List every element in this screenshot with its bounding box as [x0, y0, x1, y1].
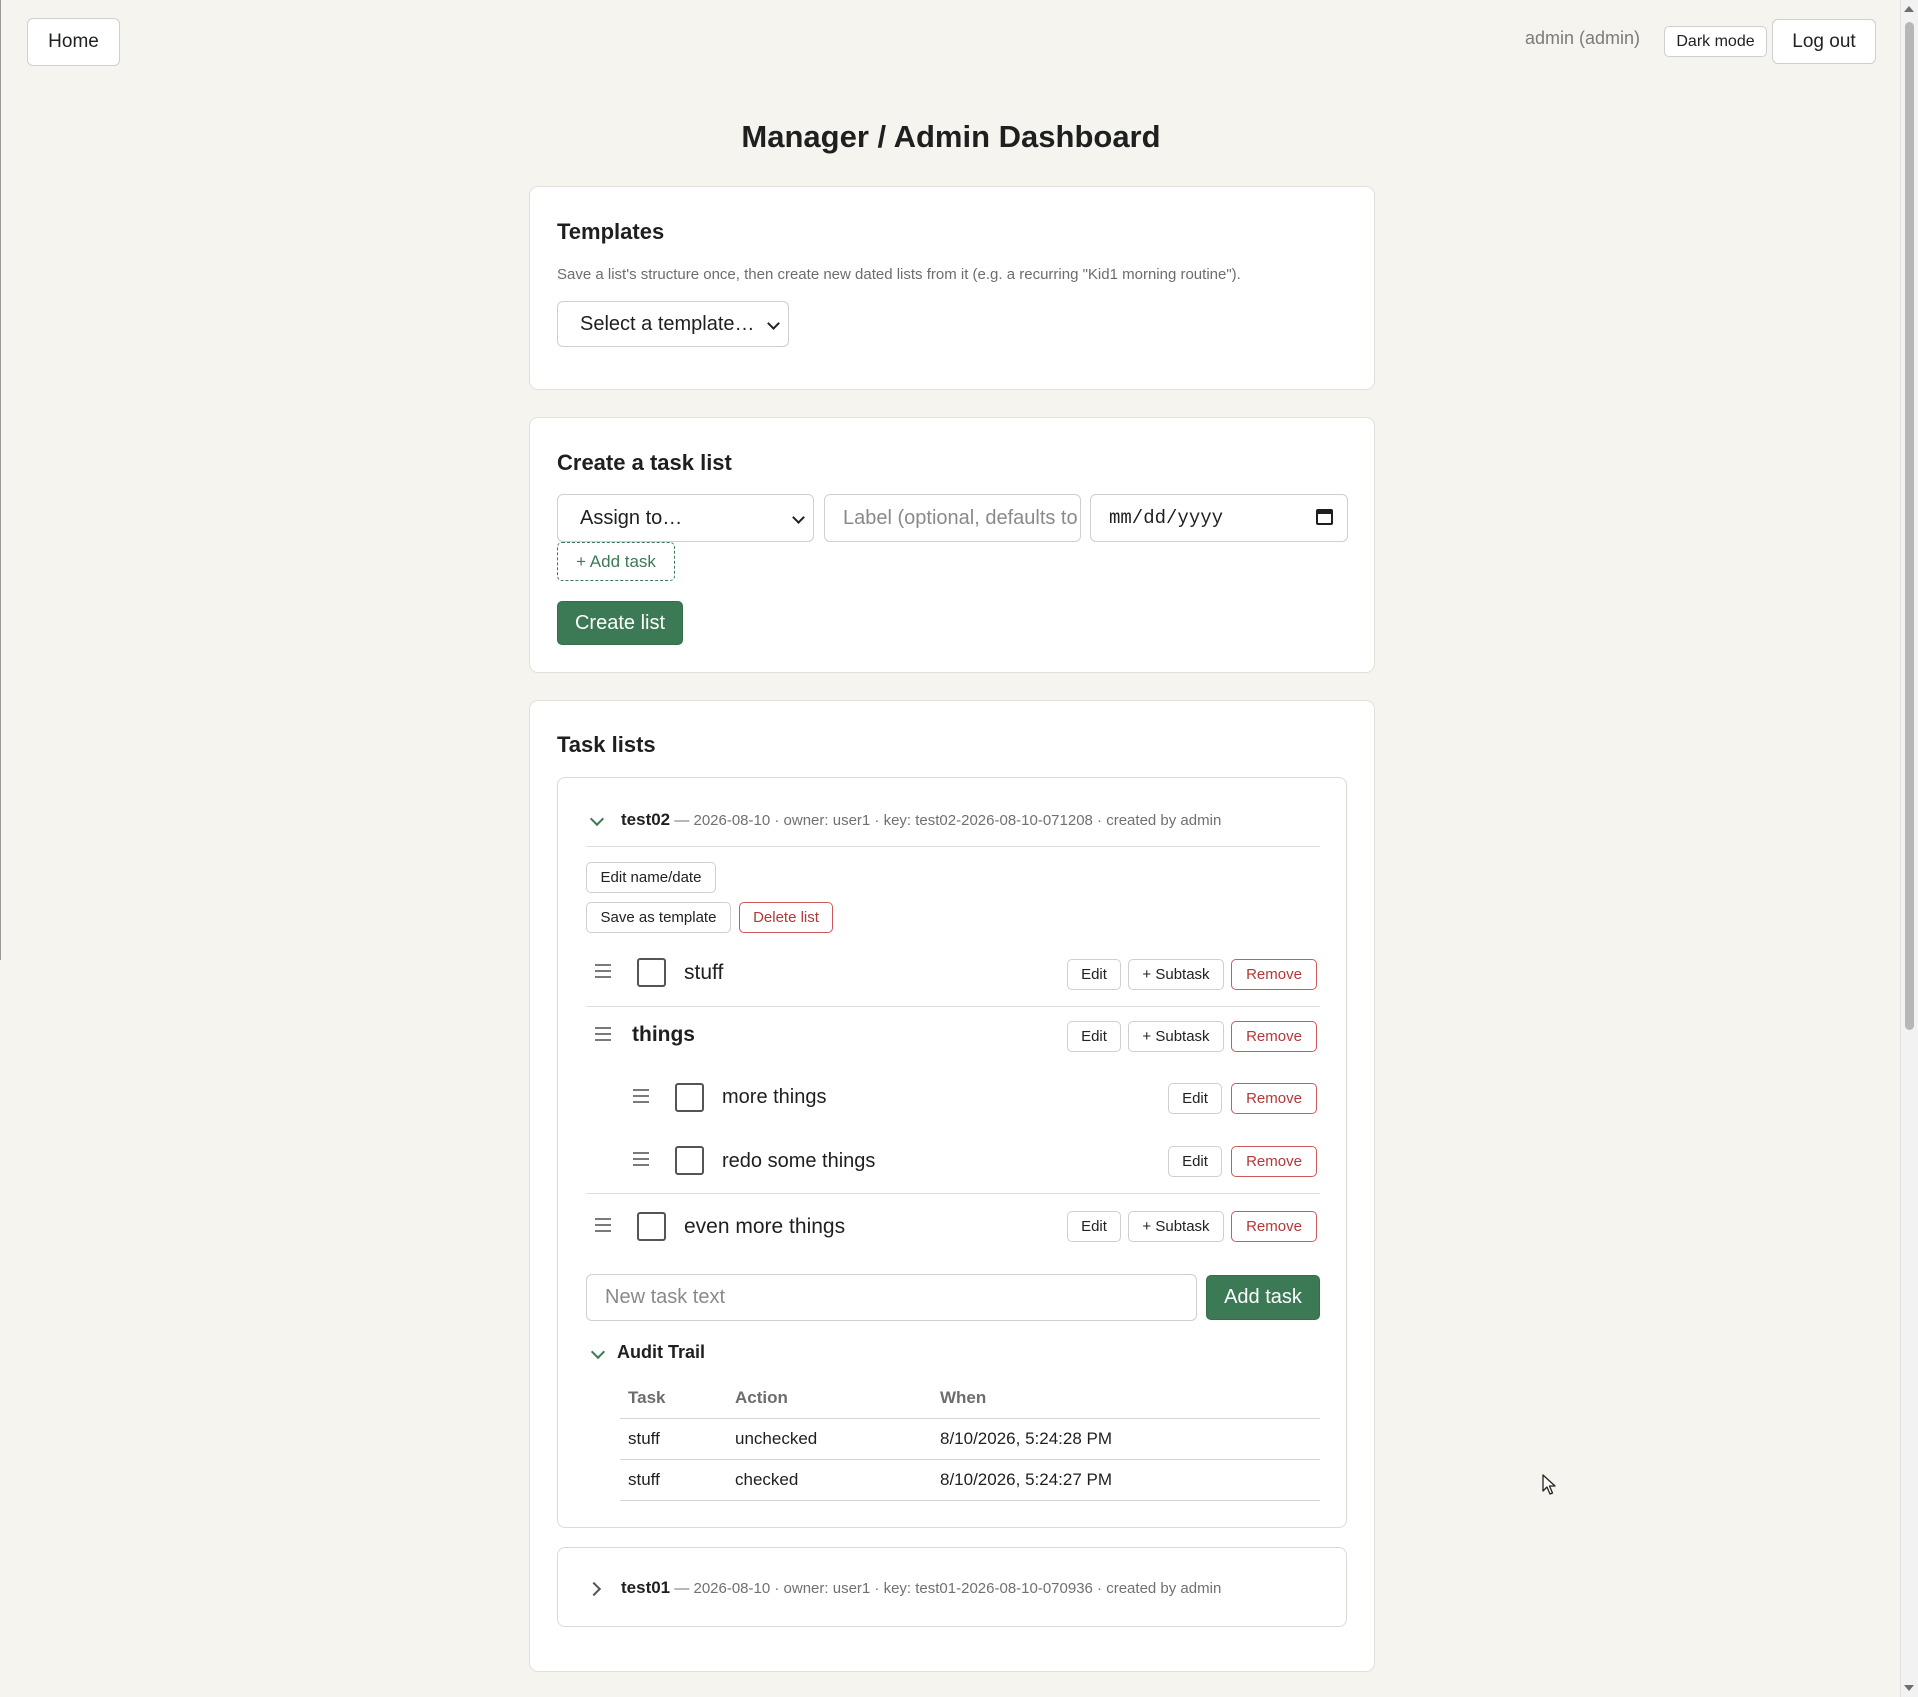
scroll-up-icon[interactable]: [1904, 6, 1914, 12]
list-meta: — 2026-08-10 · owner: user1 · key: test0…: [674, 812, 1222, 829]
task-lists-heading: Task lists: [557, 732, 656, 757]
add-task-button[interactable]: + Add task: [557, 542, 675, 581]
remove-task-button[interactable]: Remove: [1231, 1211, 1317, 1242]
templates-description: Save a list's structure once, then creat…: [557, 266, 1241, 283]
scrollbar-thumb[interactable]: [1905, 22, 1914, 1030]
drag-handle-icon[interactable]: [633, 1089, 649, 1103]
list-name: test01: [621, 1578, 671, 1597]
chevron-down-icon: [767, 317, 780, 330]
task-list-test01[interactable]: test01 — 2026-08-10 · owner: user1 · key…: [557, 1547, 1347, 1627]
task-text: redo some things: [722, 1150, 876, 1172]
chevron-down-icon: [792, 511, 805, 524]
new-task-input[interactable]: New task text: [586, 1274, 1197, 1321]
table-divider: [620, 1500, 1320, 1501]
edit-task-button[interactable]: Edit: [1067, 1211, 1121, 1242]
audit-col-action: Action: [735, 1388, 788, 1407]
collapse-caret-icon[interactable]: [589, 811, 605, 827]
vertical-scrollbar[interactable]: [1900, 0, 1918, 1697]
remove-task-button[interactable]: Remove: [1231, 1083, 1317, 1114]
audit-cell-task: stuff: [628, 1470, 660, 1489]
mouse-cursor-icon: [1542, 1474, 1556, 1495]
task-list-test02: test02 — 2026-08-10 · owner: user1 · key…: [557, 777, 1347, 1528]
add-task-submit-button[interactable]: Add task: [1206, 1275, 1320, 1320]
add-subtask-button[interactable]: + Subtask: [1128, 1021, 1224, 1052]
templates-heading: Templates: [557, 219, 665, 244]
assign-to-value: Assign to…: [580, 506, 683, 529]
home-button[interactable]: Home: [27, 18, 120, 66]
delete-list-button[interactable]: Delete list: [739, 902, 833, 933]
page-title: Manager / Admin Dashboard: [741, 119, 1161, 154]
save-as-template-button[interactable]: Save as template: [586, 902, 731, 933]
date-input[interactable]: mm/dd/yyyy: [1090, 494, 1348, 542]
drag-handle-icon[interactable]: [595, 964, 611, 978]
expand-caret-icon[interactable]: [586, 1581, 602, 1597]
task-lists-card: Task lists test02 — 2026-08-10 · owner: …: [529, 700, 1375, 1672]
logout-button[interactable]: Log out: [1772, 19, 1876, 64]
drag-handle-icon[interactable]: [633, 1152, 649, 1166]
drag-handle-icon[interactable]: [595, 1027, 611, 1041]
edit-task-button[interactable]: Edit: [1168, 1083, 1222, 1114]
template-select[interactable]: Select a template…: [557, 301, 789, 347]
date-input-placeholder: mm/dd/yyyy: [1109, 507, 1224, 529]
task-checkbox[interactable]: [637, 958, 666, 987]
table-divider: [620, 1459, 1320, 1460]
list-header: test01 — 2026-08-10 · owner: user1 · key…: [621, 1578, 1221, 1598]
audit-cell-action: checked: [735, 1470, 799, 1489]
task-checkbox[interactable]: [675, 1083, 704, 1112]
label-input-placeholder: Label (optional, defaults to: [843, 506, 1078, 529]
current-user-label: admin (admin): [1525, 28, 1641, 48]
audit-cell-when: 8/10/2026, 5:24:27 PM: [940, 1470, 1113, 1489]
audit-col-task: Task: [628, 1388, 666, 1407]
dark-mode-button[interactable]: Dark mode: [1664, 26, 1767, 57]
calendar-icon[interactable]: [1316, 509, 1333, 525]
assign-to-select[interactable]: Assign to…: [557, 494, 814, 542]
task-text: even more things: [684, 1215, 846, 1238]
create-list-heading: Create a task list: [557, 450, 732, 475]
remove-task-button[interactable]: Remove: [1231, 959, 1317, 990]
edit-task-button[interactable]: Edit: [1067, 1021, 1121, 1052]
create-list-button[interactable]: Create list: [557, 601, 683, 645]
task-group-text: things: [632, 1023, 695, 1046]
edit-task-button[interactable]: Edit: [1067, 959, 1121, 990]
divider: [586, 846, 1320, 847]
audit-trail-title[interactable]: Audit Trail: [617, 1342, 705, 1363]
divider: [586, 1006, 1320, 1007]
task-text: more things: [722, 1086, 827, 1108]
audit-cell-action: unchecked: [735, 1429, 818, 1448]
edit-name-date-button[interactable]: Edit name/date: [586, 862, 716, 893]
divider: [586, 1193, 1320, 1194]
list-header: test02 — 2026-08-10 · owner: user1 · key…: [621, 810, 1221, 830]
audit-cell-when: 8/10/2026, 5:24:28 PM: [940, 1429, 1113, 1448]
drag-handle-icon[interactable]: [595, 1218, 611, 1232]
audit-cell-task: stuff: [628, 1429, 660, 1448]
task-checkbox[interactable]: [637, 1212, 666, 1241]
audit-col-when: When: [940, 1388, 987, 1407]
task-text: stuff: [684, 961, 724, 984]
list-name: test02: [621, 810, 671, 829]
create-list-card: Create a task list Assign to… Label (opt…: [529, 417, 1375, 673]
label-input[interactable]: Label (optional, defaults to: [824, 494, 1081, 542]
add-subtask-button[interactable]: + Subtask: [1128, 1211, 1224, 1242]
add-subtask-button[interactable]: + Subtask: [1128, 959, 1224, 990]
template-select-value: Select a template…: [580, 312, 755, 335]
templates-card: Templates Save a list's structure once, …: [529, 186, 1375, 390]
edit-task-button[interactable]: Edit: [1168, 1146, 1222, 1177]
table-divider: [620, 1418, 1320, 1419]
new-task-placeholder: New task text: [605, 1286, 726, 1308]
task-checkbox[interactable]: [675, 1146, 704, 1175]
remove-task-button[interactable]: Remove: [1231, 1146, 1317, 1177]
remove-task-button[interactable]: Remove: [1231, 1021, 1317, 1052]
list-meta: — 2026-08-10 · owner: user1 · key: test0…: [674, 1580, 1222, 1597]
audit-collapse-caret-icon[interactable]: [590, 1344, 606, 1360]
scroll-down-icon[interactable]: [1904, 1685, 1914, 1691]
